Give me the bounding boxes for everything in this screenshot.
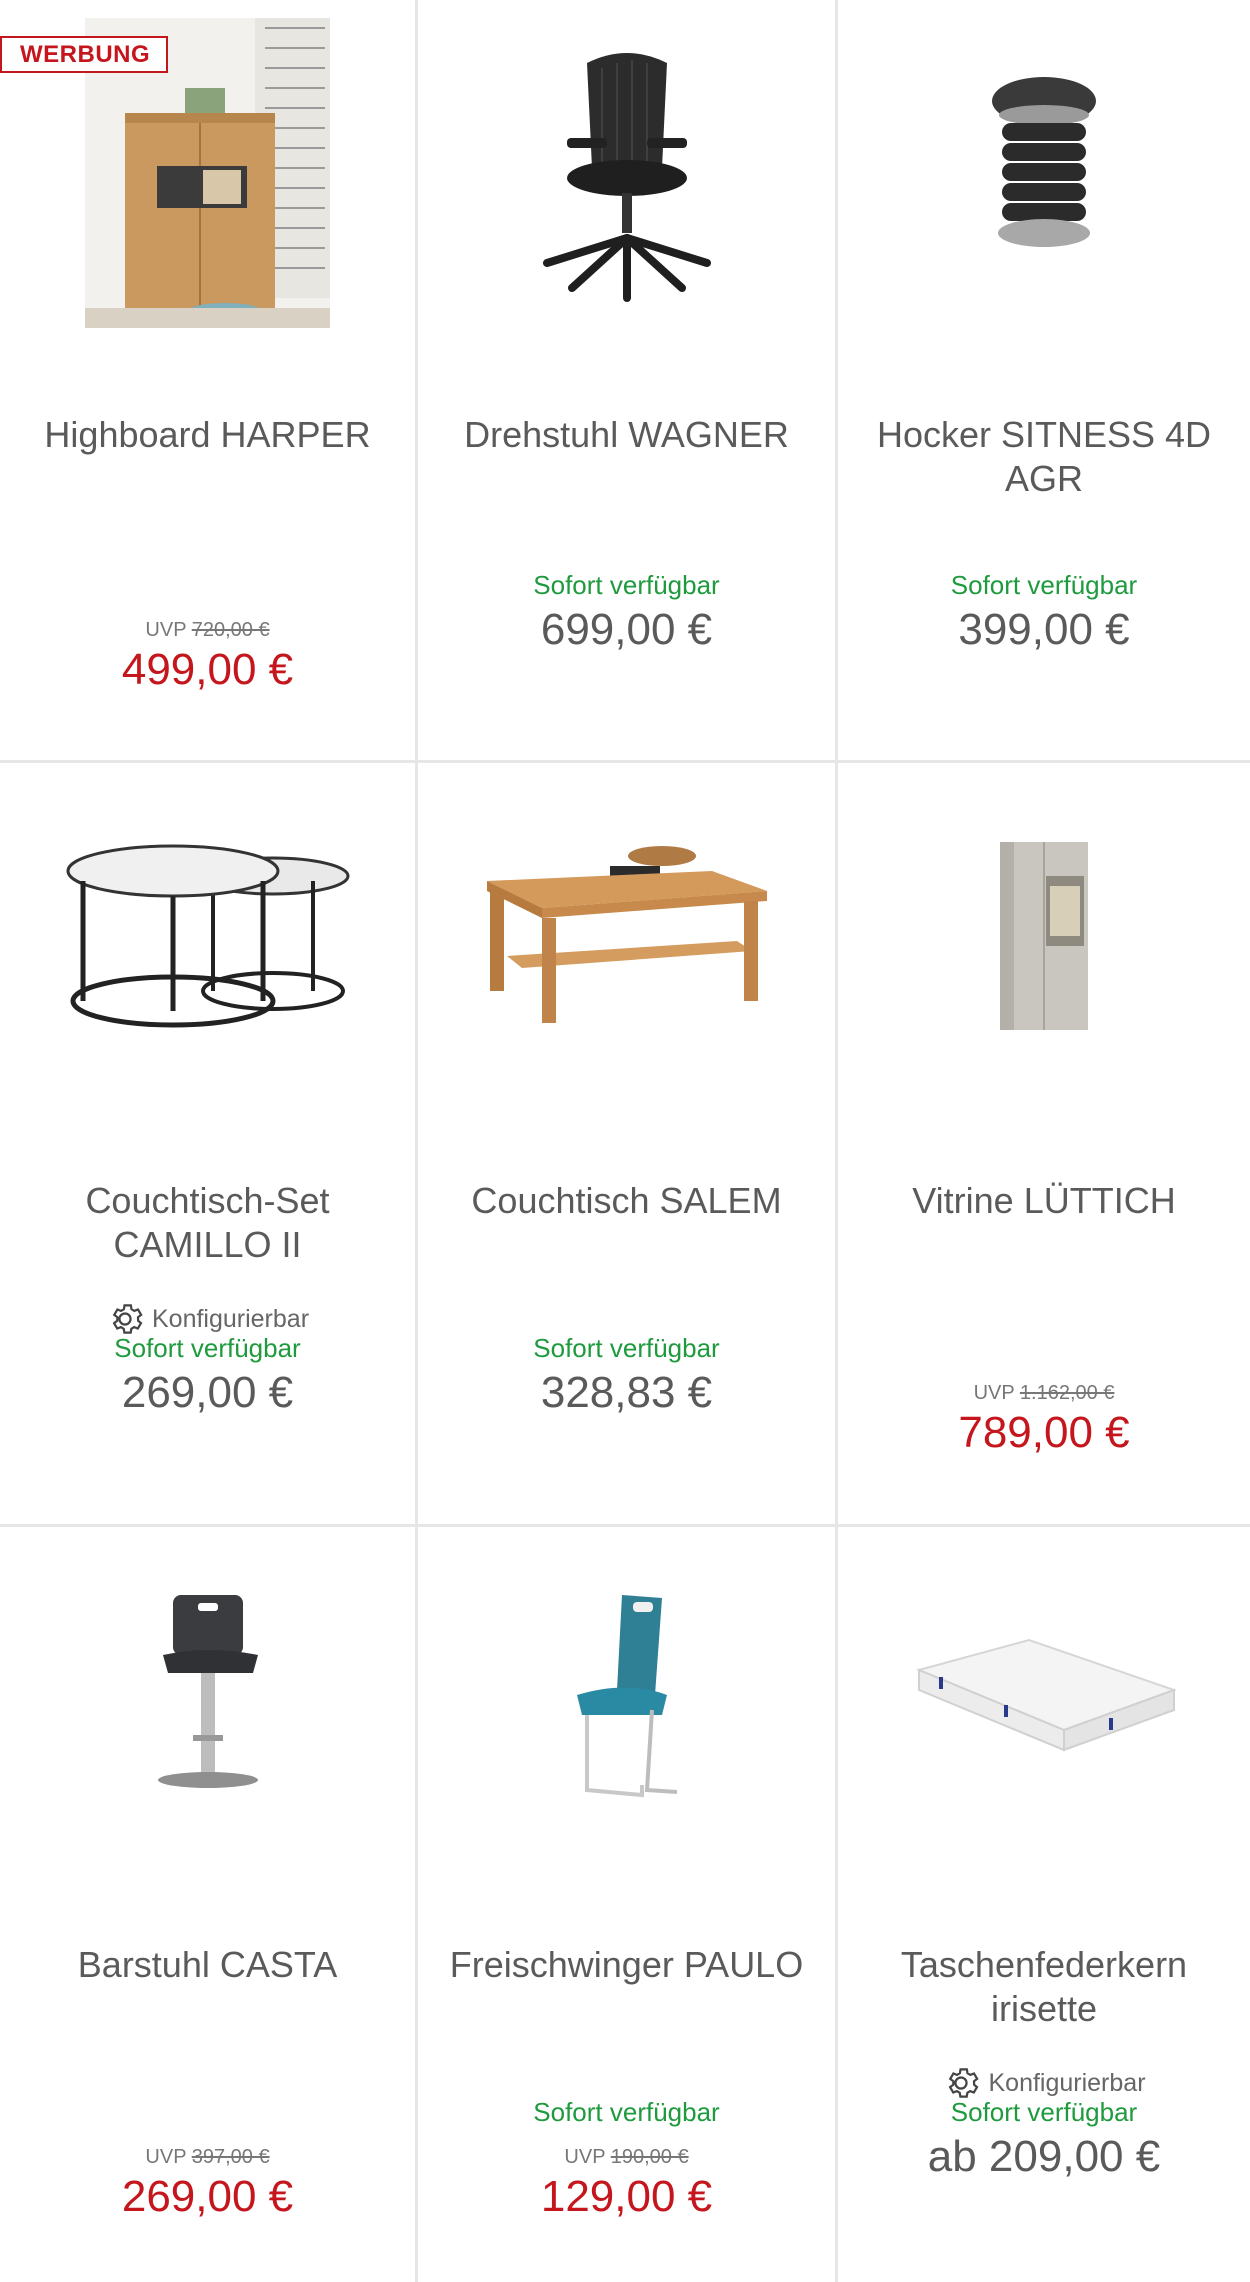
- uvp-value: 397,00 €: [191, 2146, 270, 2168]
- office-chair-image: [542, 52, 711, 302]
- availability-label: Sofort verfügbar: [533, 2097, 720, 2127]
- availability-label: Sofort verfügbar: [114, 1333, 301, 1363]
- product-image-wrap[interactable]: [0, 763, 415, 1108]
- product-image-wrap[interactable]: [0, 1527, 415, 1872]
- configurable-label: Konfigurierbar: [988, 2068, 1146, 2097]
- stool-image: [992, 76, 1096, 247]
- product-title[interactable]: Couchtisch-Set CAMILLO II: [10, 1179, 405, 1267]
- product-image-wrap[interactable]: [418, 0, 835, 345]
- product-card[interactable]: WERBUNG Highboard HARPER UVP 720,00 € 49…: [0, 0, 418, 763]
- uvp-price: UVP 397,00 €: [0, 2146, 415, 2169]
- uvp-price-line: UVP 190,00 €: [418, 2146, 835, 2169]
- availability-label: Sofort verfügbar: [950, 2097, 1138, 2127]
- availability-label: Sofort verfügbar: [533, 1333, 720, 1363]
- uvp-prefix: UVP: [973, 1382, 1015, 1404]
- uvp-price: UVP 1.162,00 €: [838, 1382, 1250, 1405]
- availability-label: Sofort verfügbar: [533, 570, 720, 600]
- product-title[interactable]: Freischwinger PAULO: [428, 1943, 825, 1987]
- vitrine-image: [1000, 841, 1088, 1030]
- uvp-prefix: UVP: [564, 2146, 606, 2168]
- product-card[interactable]: Drehstuhl WAGNER Sofort verfügbar 699,00…: [418, 0, 838, 763]
- product-card[interactable]: Freischwinger PAULO Sofort verfügbar UVP…: [418, 1527, 838, 2282]
- product-card[interactable]: Hocker SITNESS 4D AGR Sofort verfügbar 3…: [838, 0, 1250, 763]
- coffee-table-image: [486, 845, 767, 1023]
- uvp-prefix: UVP: [145, 619, 187, 641]
- price: 399,00 €: [958, 605, 1130, 654]
- product-card[interactable]: Barstuhl CASTA UVP 397,00 € 269,00 €: [0, 1527, 418, 2282]
- sale-price: 129,00 €: [540, 2172, 713, 2221]
- product-card[interactable]: Couchtisch SALEM Sofort verfügbar 328,83…: [418, 763, 838, 1527]
- product-title[interactable]: Barstuhl CASTA: [10, 1943, 405, 1987]
- product-title[interactable]: Couchtisch SALEM: [428, 1179, 825, 1223]
- uvp-value: 190,00 €: [610, 2146, 689, 2168]
- product-card[interactable]: Taschenfederkern irisette Konfigurierbar…: [838, 1527, 1250, 2282]
- product-card[interactable]: Vitrine LÜTTICH UVP 1.162,00 € 789,00 €: [838, 763, 1250, 1527]
- price: 269,00 €: [121, 1368, 294, 1417]
- product-image-wrap[interactable]: [838, 0, 1250, 345]
- product-card[interactable]: Couchtisch-Set CAMILLO II Konfigurierbar…: [0, 763, 418, 1527]
- uvp-prefix: UVP: [145, 2146, 187, 2168]
- uvp-value: 720,00 €: [191, 619, 270, 641]
- product-grid: WERBUNG Highboard HARPER UVP 720,00 € 49…: [0, 0, 1250, 2282]
- product-image-wrap[interactable]: [838, 763, 1250, 1108]
- product-image-wrap[interactable]: [418, 1527, 835, 1872]
- price: 699,00 €: [540, 605, 713, 654]
- sale-price: 789,00 €: [958, 1408, 1130, 1457]
- configurable-label: Konfigurierbar: [151, 1304, 310, 1333]
- availability-label: Sofort verfügbar: [950, 570, 1138, 600]
- uvp-price: UVP 720,00 €: [0, 619, 415, 642]
- sale-price: 499,00 €: [121, 645, 294, 694]
- price: 328,83 €: [540, 1368, 713, 1417]
- product-title[interactable]: Vitrine LÜTTICH: [848, 1179, 1240, 1223]
- product-image-wrap[interactable]: [838, 1527, 1250, 1872]
- uvp-value: 1.162,00 €: [1019, 1382, 1115, 1404]
- price: ab 209,00 €: [927, 2132, 1161, 2181]
- ad-badge: WERBUNG: [0, 36, 169, 73]
- mattress-image: [915, 1638, 1177, 1751]
- bar-stool-image: [157, 1594, 258, 1788]
- cantilever-chair-image: [576, 1594, 677, 1797]
- sale-price: 269,00 €: [121, 2172, 294, 2221]
- product-title[interactable]: Highboard HARPER: [10, 413, 405, 457]
- nesting-tables-image: [66, 844, 349, 1027]
- product-title[interactable]: Hocker SITNESS 4D AGR: [848, 413, 1240, 501]
- product-title[interactable]: Taschenfederkern irisette: [848, 1943, 1240, 2031]
- product-title[interactable]: Drehstuhl WAGNER: [428, 413, 825, 457]
- product-image-wrap[interactable]: [418, 763, 835, 1108]
